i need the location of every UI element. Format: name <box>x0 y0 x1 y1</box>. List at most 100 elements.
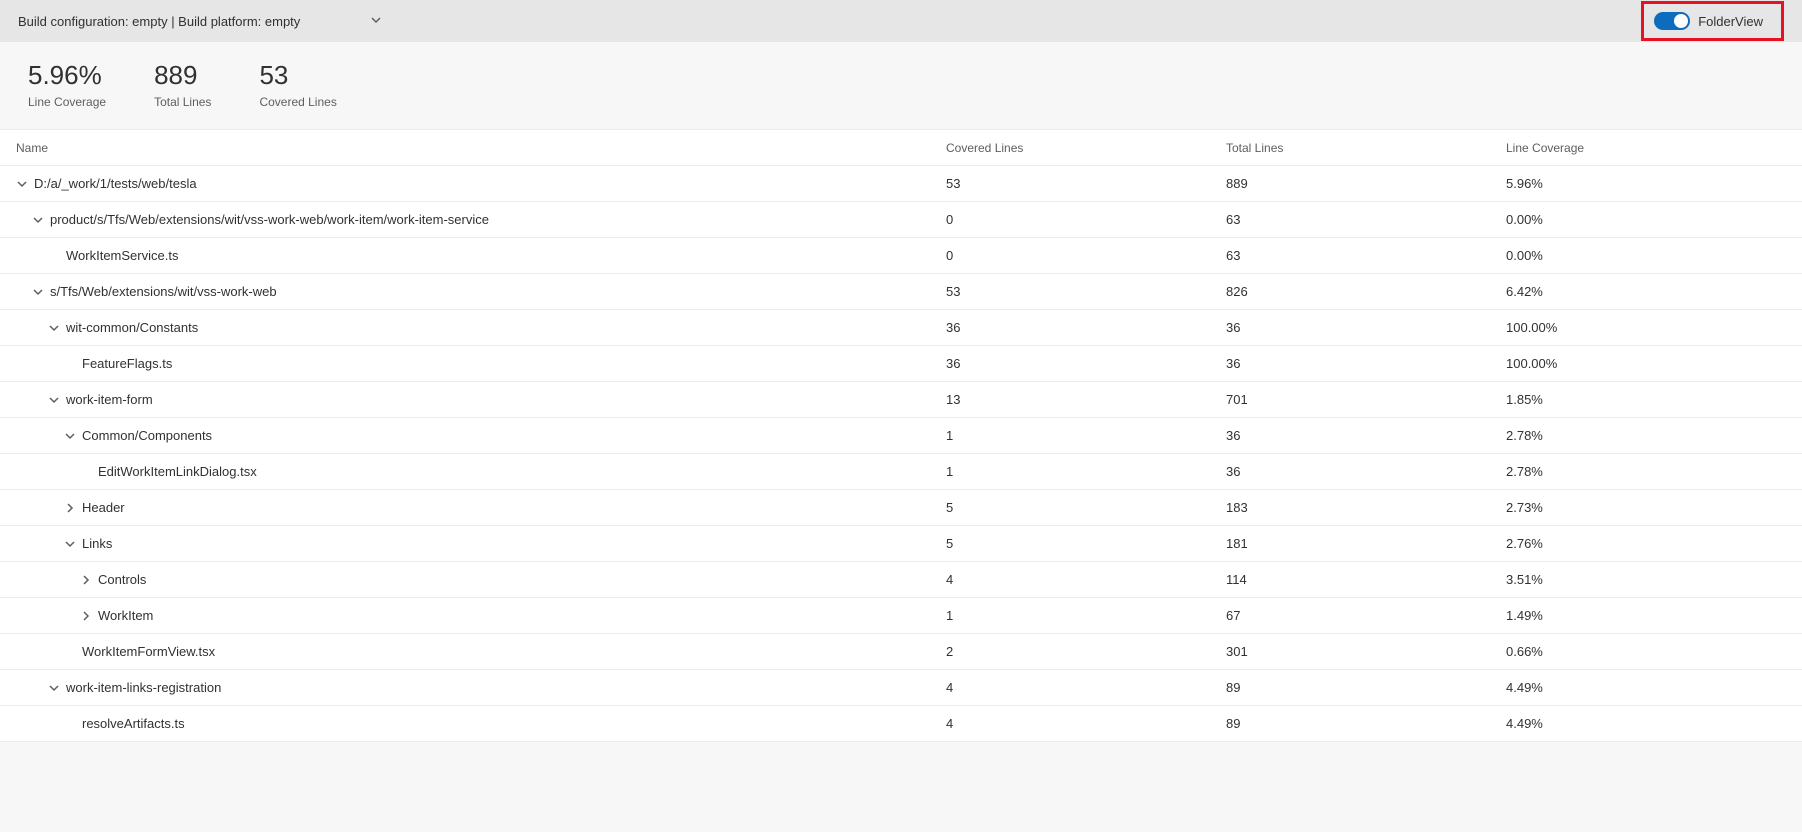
table-body: D:/a/_work/1/tests/web/tesla538895.96%pr… <box>0 166 1802 742</box>
row-total: 181 <box>1226 536 1506 551</box>
chevron-down-icon[interactable] <box>32 286 44 298</box>
chevron-down-icon[interactable] <box>32 214 44 226</box>
row-coverage: 6.42% <box>1506 284 1786 299</box>
row-coverage: 1.85% <box>1506 392 1786 407</box>
row-name: FeatureFlags.ts <box>82 356 172 371</box>
name-cell: WorkItemFormView.tsx <box>16 644 946 659</box>
row-covered: 4 <box>946 680 1226 695</box>
row-name: WorkItemFormView.tsx <box>82 644 215 659</box>
table-row[interactable]: EditWorkItemLinkDialog.tsx1362.78% <box>0 454 1802 490</box>
table-header: Name Covered Lines Total Lines Line Cove… <box>0 130 1802 166</box>
table-row[interactable]: WorkItemFormView.tsx23010.66% <box>0 634 1802 670</box>
summary-line-coverage-label: Line Coverage <box>28 95 106 109</box>
col-total[interactable]: Total Lines <box>1226 141 1506 155</box>
row-coverage: 100.00% <box>1506 356 1786 371</box>
row-total: 36 <box>1226 428 1506 443</box>
chevron-down-icon[interactable] <box>48 394 60 406</box>
col-name[interactable]: Name <box>16 141 946 155</box>
summary-bar: 5.96% Line Coverage 889 Total Lines 53 C… <box>0 42 1802 129</box>
row-total: 183 <box>1226 500 1506 515</box>
row-total: 36 <box>1226 356 1506 371</box>
row-covered: 0 <box>946 212 1226 227</box>
row-coverage: 2.78% <box>1506 464 1786 479</box>
table-row[interactable]: Controls41143.51% <box>0 562 1802 598</box>
row-coverage: 2.73% <box>1506 500 1786 515</box>
folder-view-toggle[interactable] <box>1654 12 1690 30</box>
name-cell: product/s/Tfs/Web/extensions/wit/vss-wor… <box>16 212 946 227</box>
table-row[interactable]: resolveArtifacts.ts4894.49% <box>0 706 1802 742</box>
chevron-none <box>80 466 92 478</box>
col-coverage[interactable]: Line Coverage <box>1506 141 1786 155</box>
row-coverage: 100.00% <box>1506 320 1786 335</box>
row-total: 114 <box>1226 572 1506 587</box>
build-config-selector[interactable]: Build configuration: empty | Build platf… <box>18 14 382 29</box>
chevron-none <box>64 646 76 658</box>
chevron-none <box>48 250 60 262</box>
row-coverage: 0.66% <box>1506 644 1786 659</box>
chevron-down-icon[interactable] <box>48 322 60 334</box>
chevron-right-icon[interactable] <box>80 574 92 586</box>
row-covered: 36 <box>946 356 1226 371</box>
summary-total-lines: 889 Total Lines <box>154 60 211 109</box>
row-name: Controls <box>98 572 146 587</box>
chevron-none <box>64 358 76 370</box>
table-row[interactable]: FeatureFlags.ts3636100.00% <box>0 346 1802 382</box>
row-coverage: 2.78% <box>1506 428 1786 443</box>
summary-total-lines-value: 889 <box>154 60 211 91</box>
chevron-right-icon[interactable] <box>64 502 76 514</box>
name-cell: D:/a/_work/1/tests/web/tesla <box>16 176 946 191</box>
table-row[interactable]: Links 51812.76% <box>0 526 1802 562</box>
name-cell: Links <box>16 536 946 551</box>
summary-total-lines-label: Total Lines <box>154 95 211 109</box>
row-name: WorkItemService.ts <box>66 248 178 263</box>
table-row[interactable]: wit-common/Constants3636100.00% <box>0 310 1802 346</box>
row-name: Links <box>82 536 112 551</box>
row-total: 63 <box>1226 212 1506 227</box>
row-covered: 5 <box>946 536 1226 551</box>
row-coverage: 1.49% <box>1506 608 1786 623</box>
row-name: D:/a/_work/1/tests/web/tesla <box>34 176 197 191</box>
table-row[interactable]: s/Tfs/Web/extensions/wit/vss-work-web538… <box>0 274 1802 310</box>
row-covered: 36 <box>946 320 1226 335</box>
chevron-down-icon[interactable] <box>16 178 28 190</box>
row-coverage: 4.49% <box>1506 716 1786 731</box>
row-covered: 1 <box>946 428 1226 443</box>
row-total: 826 <box>1226 284 1506 299</box>
row-total: 889 <box>1226 176 1506 191</box>
row-name: Header <box>82 500 125 515</box>
table-row[interactable]: work-item-form137011.85% <box>0 382 1802 418</box>
summary-line-coverage: 5.96% Line Coverage <box>28 60 106 109</box>
table-row[interactable]: D:/a/_work/1/tests/web/tesla538895.96% <box>0 166 1802 202</box>
table-row[interactable]: WorkItemService.ts0630.00% <box>0 238 1802 274</box>
name-cell: Header <box>16 500 946 515</box>
row-coverage: 2.76% <box>1506 536 1786 551</box>
chevron-down-icon[interactable] <box>48 682 60 694</box>
chevron-down-icon[interactable] <box>64 430 76 442</box>
chevron-down-icon <box>370 14 382 29</box>
row-covered: 4 <box>946 572 1226 587</box>
table-row[interactable]: work-item-links-registration4894.49% <box>0 670 1802 706</box>
table-row[interactable]: Common/Components1362.78% <box>0 418 1802 454</box>
chevron-down-icon[interactable] <box>64 538 76 550</box>
row-total: 36 <box>1226 464 1506 479</box>
row-name: work-item-form <box>66 392 153 407</box>
chevron-right-icon[interactable] <box>80 610 92 622</box>
row-name: s/Tfs/Web/extensions/wit/vss-work-web <box>50 284 277 299</box>
row-coverage: 0.00% <box>1506 248 1786 263</box>
row-coverage: 4.49% <box>1506 680 1786 695</box>
row-total: 701 <box>1226 392 1506 407</box>
row-coverage: 5.96% <box>1506 176 1786 191</box>
table-row[interactable]: product/s/Tfs/Web/extensions/wit/vss-wor… <box>0 202 1802 238</box>
table-row[interactable]: WorkItem1671.49% <box>0 598 1802 634</box>
col-covered[interactable]: Covered Lines <box>946 141 1226 155</box>
name-cell: Controls <box>16 572 946 587</box>
name-cell: resolveArtifacts.ts <box>16 716 946 731</box>
summary-covered-lines: 53 Covered Lines <box>259 60 336 109</box>
row-total: 63 <box>1226 248 1506 263</box>
row-name: EditWorkItemLinkDialog.tsx <box>98 464 257 479</box>
summary-line-coverage-value: 5.96% <box>28 60 106 91</box>
chevron-none <box>64 718 76 730</box>
row-total: 301 <box>1226 644 1506 659</box>
name-cell: WorkItem <box>16 608 946 623</box>
table-row[interactable]: Header51832.73% <box>0 490 1802 526</box>
